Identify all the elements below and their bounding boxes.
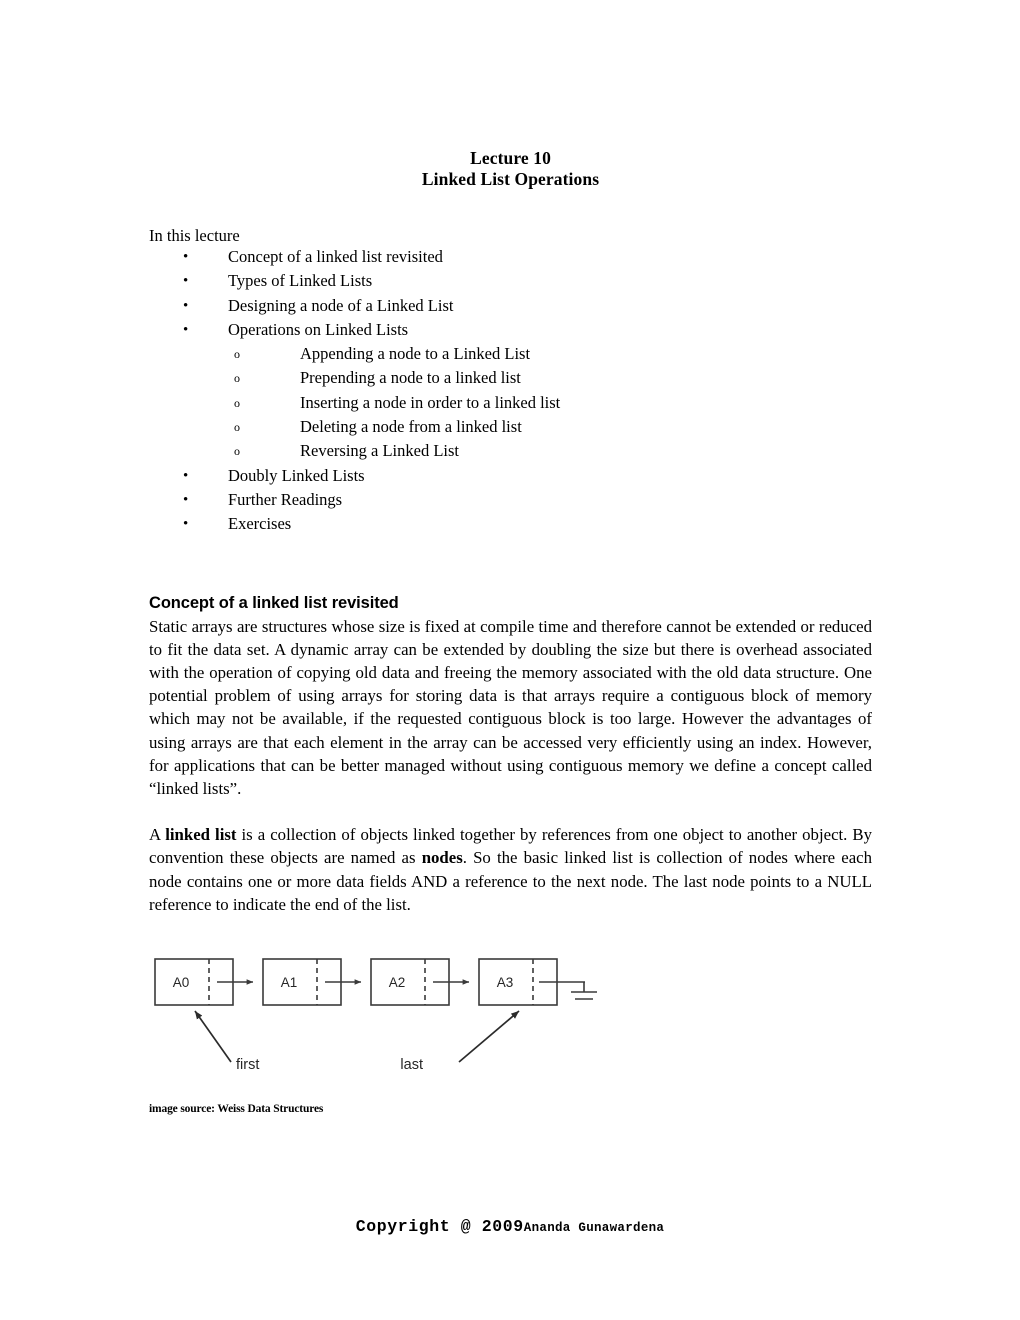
circle-bullet-icon: o bbox=[234, 347, 240, 362]
node-label: A3 bbox=[497, 975, 514, 990]
linked-list-diagram: A0 A1 A2 A3 first last bbox=[147, 945, 617, 1080]
circle-bullet-icon: o bbox=[234, 371, 240, 386]
last-pointer-label: last bbox=[400, 1057, 423, 1073]
first-pointer: first bbox=[194, 1010, 259, 1073]
circle-bullet-icon: o bbox=[234, 420, 240, 435]
bullet-icon: • bbox=[183, 491, 189, 508]
list-item-label: Concept of a linked list revisited bbox=[228, 247, 443, 266]
sub-list-item: o Appending a node to a Linked List bbox=[228, 342, 872, 366]
bullet-icon: • bbox=[183, 249, 189, 265]
sub-list-item: o Deleting a node from a linked list bbox=[228, 415, 872, 439]
author-text: Ananda Gunawardena bbox=[523, 1221, 665, 1235]
sub-list-item: o Inserting a node in order to a linked … bbox=[228, 391, 872, 415]
image-source-caption: image source: Weiss Data Structures bbox=[149, 1103, 324, 1115]
circle-bullet-icon: o bbox=[234, 395, 240, 410]
list-item: • Exercises bbox=[149, 512, 872, 536]
bullet-icon: • bbox=[183, 516, 189, 533]
copyright-text: Copyright @ 2009 bbox=[355, 1217, 524, 1236]
node-label: A1 bbox=[281, 975, 298, 990]
body-paragraph-1: Static arrays are structures whose size … bbox=[149, 616, 872, 798]
document-title-line-2: Linked List Operations bbox=[421, 169, 600, 189]
list-item-label: Exercises bbox=[228, 514, 292, 534]
first-pointer-label: first bbox=[236, 1057, 259, 1073]
sub-list-item: o Reversing a Linked List bbox=[228, 439, 872, 463]
sub-list-item-label: Deleting a node from a linked list bbox=[300, 417, 522, 437]
last-pointer: last bbox=[400, 1010, 520, 1073]
section-heading: Concept of a linked list revisited bbox=[149, 593, 399, 612]
term-nodes: nodes bbox=[421, 848, 463, 868]
null-ground-icon bbox=[539, 981, 597, 1000]
sub-list-item-label: Prepending a node to a linked list bbox=[300, 368, 521, 388]
document-title-line-1: Lecture 10 bbox=[470, 148, 551, 168]
list-item-label: Further Readings bbox=[228, 489, 343, 509]
intro-line: In this lecture bbox=[149, 226, 240, 245]
list-item-label: Operations on Linked Lists bbox=[228, 319, 409, 339]
sub-list-item-label: Appending a node to a Linked List bbox=[300, 344, 531, 364]
list-item: • Types of Linked Lists bbox=[149, 269, 872, 293]
sub-list-item-label: Reversing a Linked List bbox=[300, 441, 460, 461]
list-item: • Designing a node of a Linked List bbox=[149, 294, 872, 318]
sub-list-item-label: Inserting a node in order to a linked li… bbox=[300, 392, 561, 412]
list-item-label: Designing a node of a Linked List bbox=[228, 295, 454, 315]
list-item: • Doubly Linked Lists bbox=[149, 464, 872, 488]
bullet-icon: • bbox=[183, 273, 189, 290]
term-linked-list: linked list bbox=[165, 825, 237, 845]
paragraph-2-part-1: A bbox=[149, 825, 166, 845]
list-item: • Operations on Linked Lists o Appending… bbox=[149, 318, 872, 464]
list-item: • Concept of a linked list revisited bbox=[149, 245, 872, 269]
document-page: Lecture 10 Linked List Operations In thi… bbox=[0, 0, 1020, 1320]
lecture-outline-list: • Concept of a linked list revisited • T… bbox=[149, 245, 872, 537]
list-item-label: Types of Linked Lists bbox=[228, 271, 373, 291]
node-label: A0 bbox=[173, 975, 190, 990]
list-item: • Further Readings bbox=[149, 488, 872, 512]
list-item-label: Doubly Linked Lists bbox=[228, 465, 365, 485]
bullet-icon: • bbox=[183, 467, 189, 484]
bullet-icon: • bbox=[183, 321, 189, 338]
operations-sublist: o Appending a node to a Linked List o Pr… bbox=[228, 342, 872, 463]
bullet-icon: • bbox=[183, 297, 189, 314]
node-label: A2 bbox=[389, 975, 406, 990]
page-footer: Copyright @ 2009Ananda Gunawardena bbox=[0, 1217, 1020, 1236]
circle-bullet-icon: o bbox=[234, 444, 240, 459]
page-content: Lecture 10 Linked List Operations In thi… bbox=[149, 0, 872, 1116]
sub-list-item: o Prepending a node to a linked list bbox=[228, 366, 872, 390]
body-paragraph-2: A linked list is a collection of objects… bbox=[149, 823, 872, 916]
